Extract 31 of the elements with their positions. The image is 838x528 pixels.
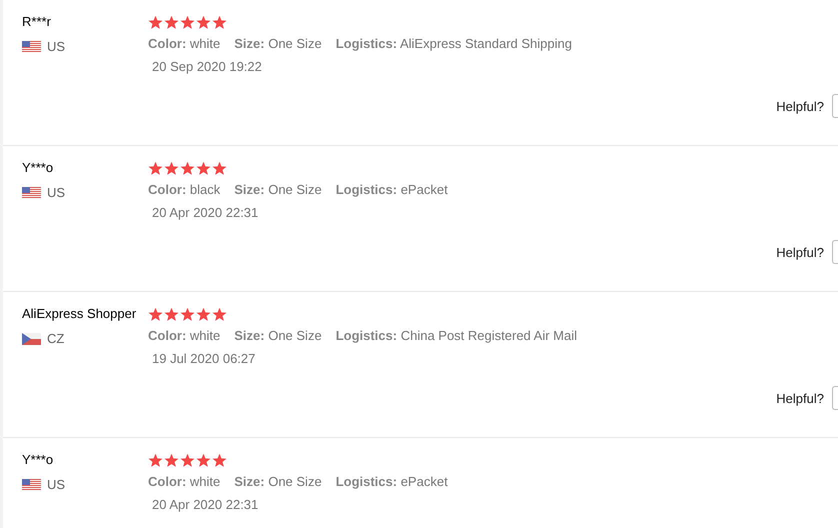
country-code: US (47, 185, 66, 200)
order-attribute: Size: One Size (234, 182, 322, 197)
order-attribute: Logistics: ePacket (336, 182, 448, 197)
review-date: 20 Apr 2020 22:31 (152, 497, 260, 512)
reviewer-name: Y***o (22, 451, 54, 469)
reviewer-name: AliExpress Shopper (22, 305, 138, 323)
review-date: 20 Apr 2020 22:31 (152, 205, 260, 220)
review-date: 19 Jul 2020 06:27 (152, 351, 256, 366)
helpful-label: Helpful? (776, 98, 824, 114)
order-attribute: Color: white (148, 474, 220, 489)
review-date: 20 Sep 2020 19:22 (152, 59, 263, 74)
country-code: US (47, 477, 66, 492)
order-attribute: Color: white (148, 36, 220, 51)
flag-icon (22, 186, 41, 198)
order-attribute: Size: One Size (234, 36, 322, 51)
order-attribute: Logistics: ePacket (336, 474, 448, 489)
reviewer-name: R***r (22, 13, 52, 31)
order-attribute: Logistics: AliExpress Standard Shipping (336, 36, 572, 51)
reviewer-name: Y***o (22, 159, 54, 177)
flag-icon (22, 332, 41, 344)
country-code: CZ (47, 331, 64, 346)
order-attribute: Size: One Size (234, 328, 322, 343)
flag-icon (22, 40, 41, 52)
helpful-label: Helpful? (776, 244, 824, 260)
country-code: US (47, 39, 66, 54)
order-attribute: Color: white (148, 328, 220, 343)
flag-icon (22, 478, 41, 490)
order-attribute: Color: black (148, 182, 220, 197)
helpful-label: Helpful? (776, 390, 824, 406)
order-attribute: Logistics: China Post Registered Air Mail (336, 328, 578, 343)
order-attribute: Size: One Size (234, 474, 322, 489)
